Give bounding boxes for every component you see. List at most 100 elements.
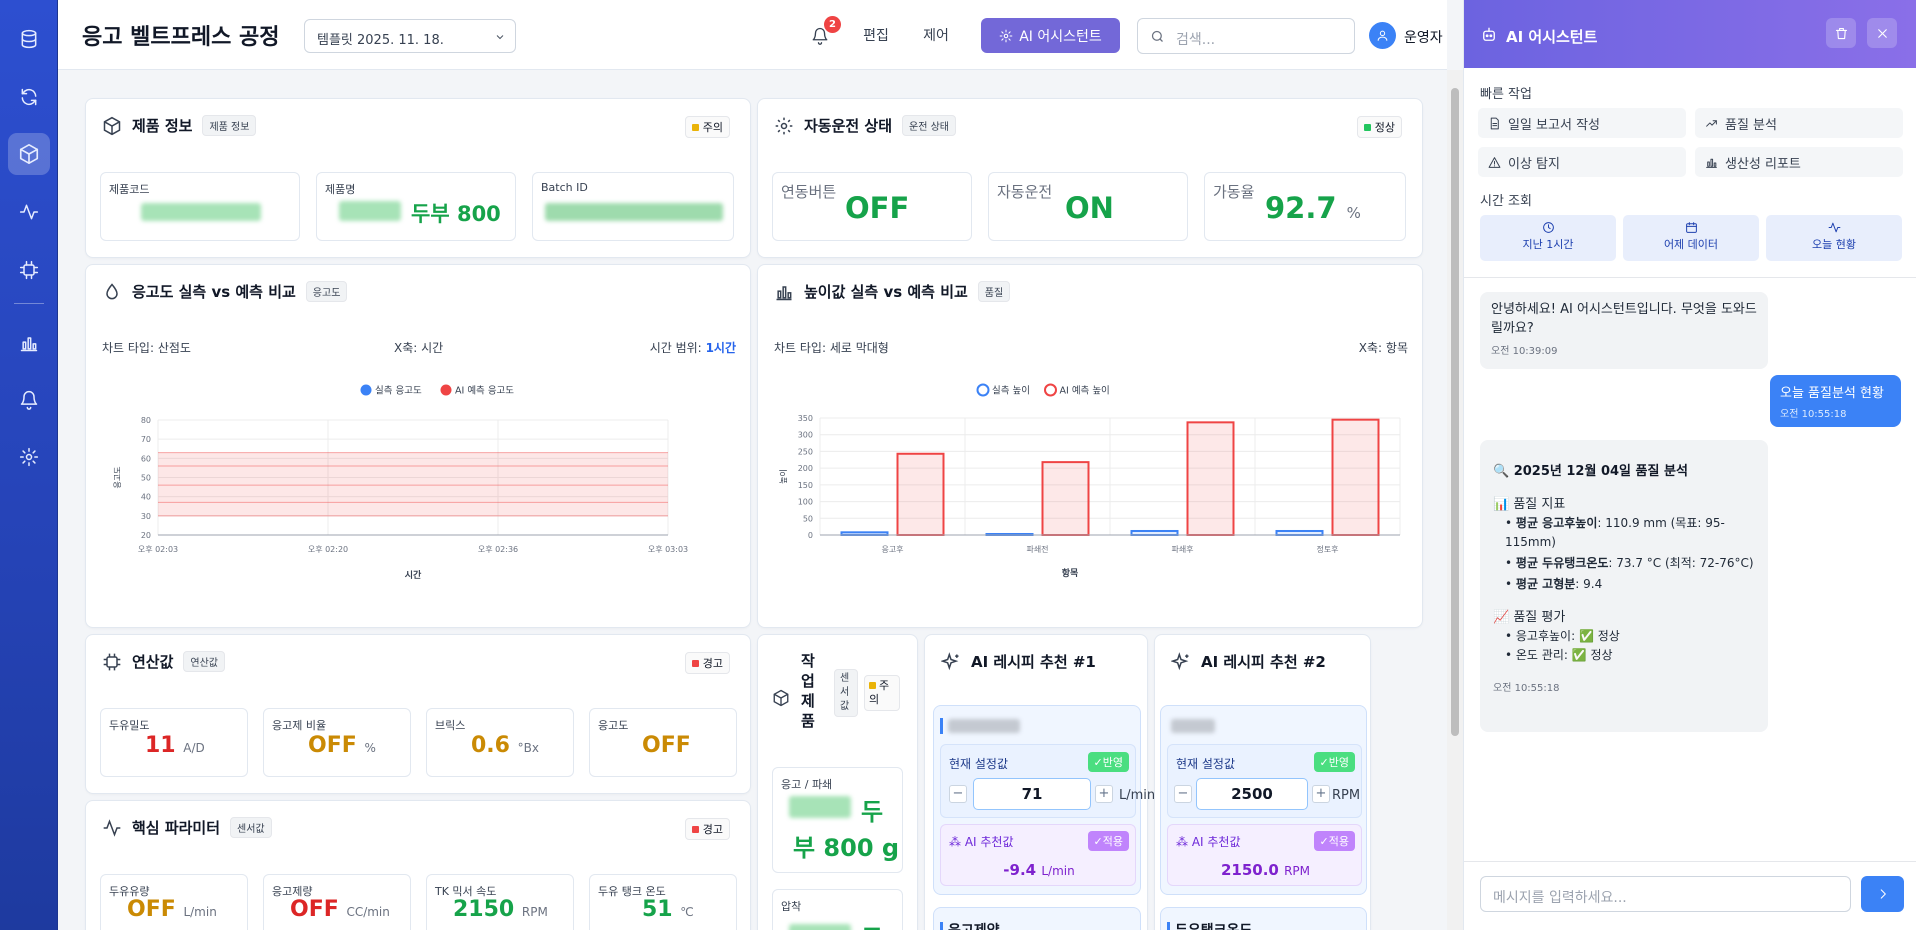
time-query-label: 시간 조회 (1480, 194, 1532, 209)
bar-chart-icon[interactable] (8, 322, 50, 364)
time-range[interactable]: 시간 범위: 1시간 (650, 339, 736, 356)
scrollbar-thumb[interactable] (1451, 88, 1459, 736)
card-tag: 센서값 (230, 817, 272, 838)
ai-recipe-card-2: AI 레시피 추천 #2 현재 설정값 ✓반영 − 2500 + RPM ⁂ A… (1154, 634, 1371, 930)
param-tile-coagulant-amount: 응고제량 OFF CC/min (263, 874, 411, 930)
time-range-value: 1시간 (705, 341, 736, 355)
chevron-right-icon (1880, 889, 1886, 899)
trash-icon[interactable] (1826, 18, 1856, 48)
main-scrollbar[interactable] (1447, 70, 1463, 930)
quick-action-quality-analysis[interactable]: 품질 분석 (1695, 108, 1903, 138)
y-tick-label: 50 (803, 514, 813, 523)
legend-label: 실측 응고도 (375, 386, 422, 397)
current-setting-box: 현재 설정값 ✓반영 − 71 + L/min (940, 744, 1155, 818)
cube-icon[interactable] (8, 133, 50, 175)
activity-icon (103, 818, 121, 837)
time-query-yesterday[interactable]: 어제 데이터 (1623, 215, 1759, 261)
y-axis-title: 응고도 (113, 466, 122, 488)
legend-marker (1044, 383, 1057, 397)
decrement-button[interactable]: − (949, 785, 967, 803)
report-title: 🔍 2025년 12월 04일 품질 분석 (1493, 464, 1688, 479)
bar-predicted (1331, 418, 1380, 537)
card-title: 높이값 실측 vs 예측 비교 (804, 283, 968, 301)
bar-measured (1275, 529, 1324, 536)
user-name[interactable]: 운영자 (1404, 27, 1443, 47)
recipe-next-title: 두유탱크온도 (1175, 920, 1252, 930)
activity-icon[interactable] (8, 191, 50, 233)
calc-tile-density: 두유밀도 11 A/D (100, 708, 248, 777)
recipe-panel-next: 두유탱크온도 (1160, 907, 1367, 930)
stat-value: OFF CC/min (290, 897, 390, 922)
card-title: 연산값 (132, 653, 174, 671)
legend-label: AI 예측 높이 (1060, 386, 1110, 397)
chart-type-label: 차트 타입: 산점도 (102, 341, 191, 355)
x-tick-label: 오후 02:36 (478, 545, 518, 554)
y-tick-label: 20 (141, 531, 151, 540)
card-title: 응고도 실측 vs 예측 비교 (132, 283, 296, 301)
current-setting-box: 현재 설정값 ✓반영 − 2500 + RPM (1167, 744, 1362, 818)
database-icon[interactable] (8, 18, 50, 60)
apply-button[interactable]: ✓적용 (1087, 831, 1129, 851)
current-setting-input[interactable]: 2500 (1196, 778, 1308, 810)
bell-icon[interactable] (8, 379, 50, 421)
refresh-icon[interactable] (8, 76, 50, 118)
report-line: • 평균 응고후높이: 110.9 mm (목표: 95-115mm) (1505, 516, 1725, 549)
ai-recommend-label: ⁂ AI 추천값 (1176, 835, 1241, 849)
y-tick-label: 300 (798, 431, 813, 440)
time-query-last-hour[interactable]: 지난 1시간 (1480, 215, 1616, 261)
send-button[interactable] (1861, 876, 1904, 912)
current-setting-label: 현재 설정값 (1176, 757, 1236, 771)
chart-type-label: 차트 타입: 세로 막대형 (774, 341, 889, 355)
top-header: 응고 벨트프레스 공정 템플릿 2025. 11. 18. 2 편집 제어 AI… (58, 0, 1447, 70)
product-name-value: 두부 800 (411, 202, 501, 226)
apply-button[interactable]: ✓적용 (1313, 831, 1355, 851)
decrement-button[interactable]: − (1174, 785, 1192, 803)
quick-action-daily-report[interactable]: 일일 보고서 작성 (1478, 108, 1686, 138)
operation-rate-label: 가동율 (1213, 183, 1255, 201)
ai-assistant-button[interactable]: AI 어시스턴트 (981, 18, 1120, 53)
status-badge: 주의 (864, 675, 900, 711)
status-badge: 주의 (684, 116, 730, 138)
quick-action-anomaly-detection[interactable]: 이상 탐지 (1478, 147, 1686, 177)
current-setting-input[interactable]: 71 (973, 778, 1091, 810)
product-name-label: 제품명 (325, 183, 356, 196)
edit-button[interactable]: 편집 (854, 20, 898, 52)
calendar-icon (1685, 222, 1697, 233)
increment-button[interactable]: + (1095, 785, 1113, 803)
legend-label: AI 예측 응고도 (455, 386, 514, 397)
close-icon[interactable] (1867, 18, 1897, 48)
trending-up-icon (1706, 119, 1717, 127)
message-time: 오전 10:55:18 (1493, 683, 1560, 694)
param-tile-tank-temp: 두유 탱크 온도 51 ℃ (589, 874, 737, 930)
settings-icon[interactable] (8, 436, 50, 478)
chip-icon (103, 653, 121, 670)
recipe-next-title: 응고제양 (948, 920, 1000, 930)
clock-icon (1542, 222, 1554, 233)
batch-id-blurred (545, 203, 723, 221)
x-tick-label: 파쇄후 (1171, 545, 1193, 554)
time-query-today[interactable]: 오늘 현황 (1766, 215, 1902, 261)
robot-icon (1483, 27, 1495, 41)
chip-icon[interactable] (8, 249, 50, 291)
card-tag: 연산값 (183, 651, 226, 672)
quick-action-productivity-report[interactable]: 생산성 리포트 (1695, 147, 1903, 177)
applied-badge: ✓반영 (1313, 752, 1355, 772)
user-avatar-icon[interactable] (1369, 22, 1396, 49)
bar-predicted (1186, 421, 1235, 537)
height-chart-card: 높이값 실측 vs 예측 비교 품질 차트 타입: 세로 막대형 X축: 항목 … (757, 264, 1423, 628)
legend-marker (440, 384, 452, 396)
coagulation-chart-card: 응고도 실측 vs 예측 비교 응고도 차트 타입: 산점도 X축: 시간 시간… (85, 264, 751, 628)
calc-tile-brix: 브릭스 0.6 °Bx (426, 708, 574, 777)
template-select[interactable]: 템플릿 2025. 11. 18. (304, 19, 516, 53)
work-product-card: 작업제품 센서값 주의 응고 / 파쇄 두 부 800 g 압착 드 (757, 634, 918, 930)
recipe-name-blurred (948, 719, 1020, 733)
link-button-label: 연동버튼 (781, 183, 837, 201)
increment-button[interactable]: + (1312, 785, 1330, 803)
card-title: 작업제품 (801, 652, 815, 730)
search-input[interactable]: 검색... (1137, 18, 1355, 54)
control-button[interactable]: 제어 (914, 20, 958, 52)
chat-input[interactable]: 메시지를 입력하세요... (1480, 876, 1851, 912)
product-code-blurred (141, 203, 261, 221)
chevron-down-icon (496, 35, 504, 40)
x-tick-label: 오후 03:03 (648, 545, 688, 554)
